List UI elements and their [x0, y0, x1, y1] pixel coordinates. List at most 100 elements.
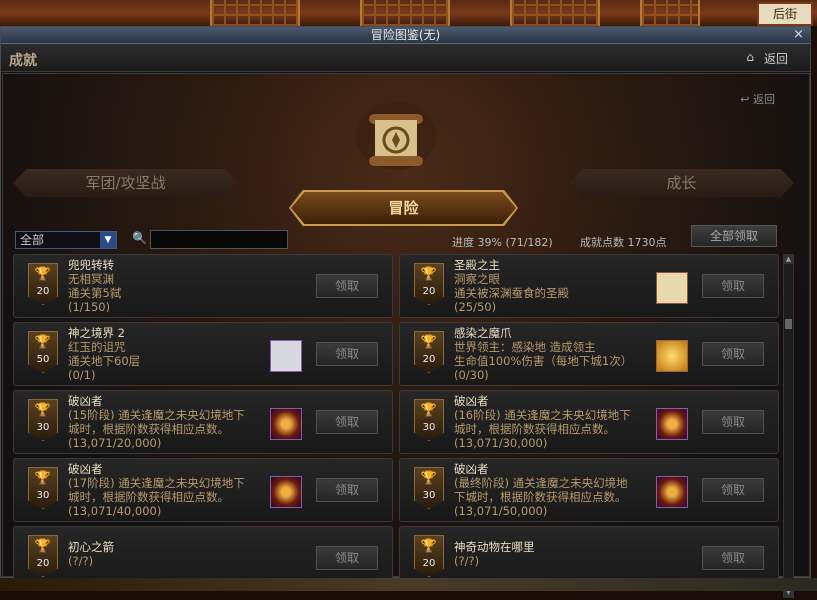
search-input[interactable] — [150, 230, 288, 249]
section-title: 成就 — [9, 53, 37, 69]
achievement-panel: ↩ 返回 军团/攻坚战 成长 冒险 全部 ▼ 🔍 进度 39% (71/182)… — [2, 73, 810, 598]
claim-button[interactable]: 领取 — [702, 274, 764, 298]
trophy-icon: 🏆 — [420, 267, 438, 282]
progress-text: 进度 39% (71/182) — [452, 236, 553, 249]
achievement-desc: (16阶段) 通关逢魔之未央幻境地下 — [454, 408, 631, 422]
achievement-desc: 通关被深渊蚕食的圣殿 — [454, 286, 569, 300]
points-badge: 🏆 30 — [28, 467, 58, 509]
claim-all-button[interactable]: 全部领取 — [691, 225, 777, 247]
achievement-count: (13,071/20,000) — [68, 436, 162, 450]
points-badge: 🏆 20 — [28, 263, 58, 305]
achievement-list: 🏆 20 兜兜转转 无相冥渊 通关第5弑 (1/150) 领取 🏆 20 圣殿之主 洞察之眼 通关被深… — [13, 254, 783, 600]
claim-button[interactable]: 领取 — [702, 342, 764, 366]
trophy-icon: 🏆 — [34, 539, 52, 554]
points-badge: 🏆 20 — [414, 263, 444, 305]
achievement-info: 圣殿之主 洞察之眼 通关被深渊蚕食的圣殿 (25/50) — [454, 258, 659, 314]
achievement-card: 🏆 20 圣殿之主 洞察之眼 通关被深渊蚕食的圣殿 (25/50) 领取 — [399, 254, 779, 318]
points-badge: 🏆 20 — [414, 535, 444, 577]
tab-adventure[interactable]: 冒险 — [291, 192, 516, 224]
achievement-card: 🏆 20 兜兜转转 无相冥渊 通关第5弑 (1/150) 领取 — [13, 254, 393, 318]
reward-item-icon[interactable] — [656, 340, 688, 372]
game-bottom-bar — [0, 578, 817, 591]
claim-button[interactable]: 领取 — [316, 478, 378, 502]
reward-item-icon[interactable] — [270, 340, 302, 372]
achievement-card: 🏆 30 破凶者 (最终阶段) 通关逢魔之未央幻境地 下城时，根据阶数获得相应点数。 (1… — [399, 458, 779, 522]
achievement-card: 🏆 30 破凶者 (15阶段) 通关逢魔之未央幻境地下 城时，根据阶数获得相应点数。 (1… — [13, 390, 393, 454]
achievement-count: (0/1) — [68, 368, 96, 382]
window-lattice — [640, 0, 700, 26]
achievement-info: 兜兜转转 无相冥渊 通关第5弑 (1/150) — [68, 258, 273, 314]
window-title: 冒险图鉴(无) — [370, 28, 441, 42]
achievement-card: 🏆 50 神之境界 2 红玉的诅咒 通关地下60层 (0/1) 领取 — [13, 322, 393, 386]
points-badge: 🏆 20 — [414, 331, 444, 373]
scroll-emblem-icon — [356, 102, 436, 170]
achievement-info: 破凶者 (最终阶段) 通关逢魔之未央幻境地 下城时，根据阶数获得相应点数。 (13,0… — [454, 462, 659, 518]
category-filter-select[interactable]: 全部 ▼ — [15, 231, 117, 249]
trophy-icon: 🏆 — [34, 267, 52, 282]
reward-item-icon[interactable] — [270, 408, 302, 440]
game-scene-background: 后街 — [0, 0, 817, 26]
scroll-thumb[interactable] — [785, 319, 792, 329]
filter-selected: 全部 — [20, 233, 45, 247]
achievement-name: 破凶者 — [454, 394, 489, 408]
achievement-card: 🏆 20 感染之魔爪 世界领主：感染地 造成领主 生命值100%伤害（每地下城1次） (0… — [399, 322, 779, 386]
achievement-name: 兜兜转转 — [68, 258, 114, 272]
achievement-desc: (17阶段) 通关逢魔之未央幻境地下 — [68, 476, 245, 490]
scroll-up-icon[interactable]: ▲ — [784, 255, 793, 264]
points-badge: 🏆 30 — [414, 467, 444, 509]
home-icon[interactable]: ⌂ — [746, 50, 754, 64]
street-sign: 后街 — [757, 2, 813, 26]
trophy-icon: 🏆 — [420, 471, 438, 486]
back-button[interactable]: 返回 — [764, 50, 788, 67]
achievement-info: 破凶者 (17阶段) 通关逢魔之未央幻境地下 城时，根据阶数获得相应点数。 (13,0… — [68, 462, 273, 518]
trophy-icon: 🏆 — [34, 335, 52, 350]
claim-button[interactable]: 领取 — [702, 546, 764, 570]
reward-item-icon[interactable] — [270, 476, 302, 508]
achievement-count: (0/30) — [454, 368, 489, 382]
claim-button[interactable]: 领取 — [702, 478, 764, 502]
achievement-info: 神奇动物在哪里 (?/?) — [454, 540, 659, 568]
reward-item-icon[interactable] — [656, 476, 688, 508]
reward-item-icon[interactable] — [656, 272, 688, 304]
achievement-info: 初心之箭 (?/?) — [68, 540, 273, 568]
claim-button[interactable]: 领取 — [316, 546, 378, 570]
claim-button[interactable]: 领取 — [702, 410, 764, 434]
points-value: 30 — [36, 490, 50, 501]
claim-button[interactable]: 领取 — [316, 342, 378, 366]
small-back-button[interactable]: ↩ 返回 — [740, 91, 775, 107]
trophy-icon: 🏆 — [420, 335, 438, 350]
trophy-icon: 🏆 — [420, 403, 438, 418]
points-value: 30 — [422, 490, 436, 501]
window-lattice — [360, 0, 450, 26]
tab-guild-siege[interactable]: 军团/攻坚战 — [13, 169, 238, 197]
search-icon: 🔍 — [132, 231, 147, 245]
points-value: 20 — [422, 558, 436, 569]
claim-button[interactable]: 领取 — [316, 274, 378, 298]
achievement-info: 破凶者 (15阶段) 通关逢魔之未央幻境地下 城时，根据阶数获得相应点数。 (13,0… — [68, 394, 273, 450]
claim-button[interactable]: 领取 — [316, 410, 378, 434]
title-bar[interactable]: 冒险图鉴(无) × — [1, 27, 810, 44]
achievement-desc: 下城时，根据阶数获得相应点数。 — [454, 490, 627, 504]
achievement-name: 感染之魔爪 — [454, 326, 512, 340]
tab-growth[interactable]: 成长 — [569, 169, 794, 197]
points-badge: 🏆 30 — [28, 399, 58, 441]
achievement-desc: 无相冥渊 — [68, 272, 114, 286]
trophy-icon: 🏆 — [34, 403, 52, 418]
trophy-icon: 🏆 — [420, 539, 438, 554]
achievement-desc: 世界领主：感染地 造成领主 — [454, 340, 596, 354]
reward-item-icon[interactable] — [656, 408, 688, 440]
small-back-label: 返回 — [753, 93, 775, 106]
achievement-desc: 城时，根据阶数获得相应点数。 — [68, 490, 229, 504]
scrollbar[interactable]: ▲ ▼ — [783, 254, 794, 598]
achievement-desc: 通关第5弑 — [68, 286, 122, 300]
achievement-count: (13,071/50,000) — [454, 504, 548, 518]
achievement-count: (13,071/30,000) — [454, 436, 548, 450]
achievement-name: 初心之箭 — [68, 540, 114, 554]
chevron-down-icon[interactable]: ▼ — [100, 232, 116, 248]
points-value: 50 — [36, 354, 50, 365]
close-button[interactable]: × — [793, 27, 804, 43]
window-lattice — [510, 0, 600, 26]
points-value: 30 — [422, 422, 436, 433]
achievement-name: 圣殿之主 — [454, 258, 500, 272]
points-value: 20 — [422, 354, 436, 365]
